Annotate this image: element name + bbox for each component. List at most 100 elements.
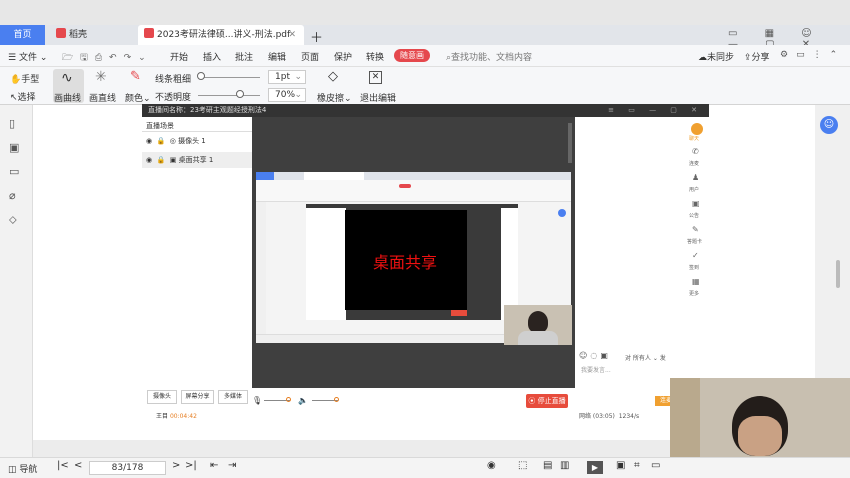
more-icon[interactable]: ▦: [692, 277, 700, 286]
menu-file[interactable]: ☰ 文件 ⌄: [8, 50, 47, 63]
single-page-icon[interactable]: ▤: [543, 460, 552, 471]
quick-access-icons[interactable]: 🗁🖫⎙↶↷⌄: [62, 50, 153, 66]
line-weight-handle[interactable]: [197, 72, 205, 80]
share-label: 分享: [751, 53, 770, 63]
line-weight-slider[interactable]: [198, 77, 260, 78]
signin-icon[interactable]: ✓: [692, 251, 699, 260]
live-title: 直播间名称：23考研主观题经授刑法4: [148, 106, 267, 114]
timer: 王目 00:04:42: [156, 411, 197, 420]
menu-edit[interactable]: 编辑: [268, 50, 286, 63]
forward-icon[interactable]: ⇥: [228, 460, 236, 471]
page-input[interactable]: 83/178: [89, 461, 166, 475]
speaker-handle[interactable]: [334, 397, 339, 402]
hand-tool[interactable]: ✋手型: [10, 72, 39, 85]
camera-button[interactable]: 摄像头: [147, 390, 177, 404]
live-title-bar: 直播间名称：23考研主观题经授刑法4 ≡ ▭ — ▢ ✕: [142, 104, 709, 117]
menu-page[interactable]: 页面: [301, 50, 319, 63]
first-page-icon[interactable]: |<: [57, 460, 69, 471]
menu-annotate[interactable]: 批注: [235, 50, 253, 63]
side-announce-label: 公告: [689, 213, 700, 219]
last-page-icon[interactable]: >|: [185, 460, 197, 471]
pen-icon: ✎: [130, 69, 141, 84]
desktop-share-label: 桌面共享: [373, 253, 438, 272]
comment-icon[interactable]: ▭: [9, 165, 19, 178]
next-page-icon[interactable]: >: [172, 460, 180, 471]
free-draw-badge[interactable]: 随意画: [394, 49, 430, 62]
eraser-tool[interactable]: ◇ 橡皮擦⌄: [316, 69, 354, 104]
eye-icon[interactable]: ◉: [146, 156, 152, 164]
tab-document[interactable]: 2023考研法律硕...讲义-刑法.pdf ✕: [138, 25, 304, 45]
select-tool[interactable]: ↖选择: [10, 90, 36, 103]
nav-label: 导航: [19, 465, 38, 475]
media-button[interactable]: 多媒体: [218, 390, 248, 404]
hand-icon: ✋: [10, 75, 22, 85]
close-icon[interactable]: ✕: [288, 25, 296, 45]
chat-input[interactable]: 我要发言...: [581, 365, 611, 374]
search-placeholder: 查找功能、文档内容: [451, 53, 533, 63]
scene-panel: 直播场景 ◉ 🔒 ◎ 摄像头 1 ◉ 🔒 ▣ 桌面共享 1 摄像头 屏幕分享 多…: [142, 117, 252, 424]
scene-item-selected[interactable]: ◉ 🔒 ▣ 桌面共享 1: [142, 152, 252, 168]
tab-home[interactable]: 首页: [0, 25, 45, 45]
crop-icon[interactable]: ⌗: [634, 460, 640, 471]
speaker-icon[interactable]: 🔈: [298, 396, 308, 405]
lock-icon[interactable]: 🔒: [157, 156, 166, 164]
side-link-label: 连麦: [689, 161, 700, 167]
back-icon[interactable]: ⇤: [210, 460, 218, 471]
menu-protect[interactable]: 保护: [334, 50, 352, 63]
side-more-label: 更多: [689, 291, 700, 297]
scene-item[interactable]: ◉ 🔒 ◎ 摄像头 1: [146, 136, 250, 150]
opacity-select[interactable]: 70% ⌄: [268, 88, 306, 102]
menu-convert[interactable]: 转换: [366, 50, 384, 63]
live-window-controls[interactable]: ≡ ▭ — ▢ ✕: [608, 104, 703, 117]
thumbnail-icon[interactable]: ▣: [9, 141, 19, 154]
chat-target-select[interactable]: 对 所有人 ⌄ 发: [625, 353, 666, 362]
lock-icon[interactable]: 🔒: [157, 137, 166, 145]
scene-label: 桌面共享 1: [178, 156, 214, 164]
share-button[interactable]: ⇪分享: [744, 50, 770, 63]
user-icon[interactable]: ♟: [692, 173, 699, 182]
stop-live-button[interactable]: ⦿ 停止直播: [526, 394, 568, 408]
assistant-icon[interactable]: ☺: [820, 116, 838, 134]
menu-extra-icons[interactable]: ⚙▭⋮⌃: [780, 50, 845, 60]
mini-assistant-icon: [558, 209, 566, 217]
stage-scrollbar[interactable]: [568, 123, 572, 163]
color-tool[interactable]: ✎ 颜色⌄: [124, 69, 151, 104]
mic-handle[interactable]: [286, 397, 291, 402]
scrollbar-thumb[interactable]: [836, 260, 840, 288]
stamp-icon[interactable]: ⬦: [9, 213, 17, 227]
tab-docer[interactable]: 稻壳: [50, 25, 130, 45]
opacity-handle[interactable]: [236, 90, 244, 98]
mic-icon[interactable]: 🎙: [252, 396, 262, 405]
exit-edit-button[interactable]: ✕ 退出编辑: [359, 69, 396, 104]
eye-icon[interactable]: ◉: [146, 137, 152, 145]
draw-curve-tool[interactable]: ∿ 画曲线: [53, 69, 84, 104]
search-box[interactable]: ⌕查找功能、文档内容: [446, 50, 532, 63]
quiz-icon[interactable]: ✎: [692, 225, 699, 234]
eye-protect-icon[interactable]: ◉: [487, 460, 496, 471]
menu-start[interactable]: 开始: [170, 50, 188, 63]
select-label: 选择: [17, 93, 36, 103]
tab-docer-label: 稻壳: [69, 30, 88, 40]
line-weight-select[interactable]: 1pt ⌄: [268, 70, 306, 84]
draw-line-tool[interactable]: ✳ 画直线: [88, 69, 116, 104]
announce-icon[interactable]: ▣: [692, 199, 700, 208]
chat-side-icon[interactable]: [691, 123, 703, 135]
opacity-slider[interactable]: [198, 95, 260, 96]
menu-insert[interactable]: 插入: [203, 50, 221, 63]
opacity-value: 70%: [275, 90, 296, 100]
prev-page-icon[interactable]: <: [74, 460, 82, 471]
double-page-icon[interactable]: ▥: [560, 460, 569, 471]
phone-icon[interactable]: ✆: [692, 147, 699, 156]
new-tab-icon[interactable]: ＋: [310, 27, 323, 46]
bookmark-icon[interactable]: ▯: [9, 117, 15, 130]
fit-width-icon[interactable]: ⬚: [518, 460, 527, 471]
play-icon[interactable]: ▶: [587, 461, 603, 474]
nav-pane-toggle[interactable]: ◫ 导航: [8, 462, 37, 475]
read-mode-icon[interactable]: ▣: [616, 460, 625, 471]
sync-status[interactable]: ☁未同步: [698, 50, 734, 63]
attachment-icon[interactable]: ⌀: [9, 189, 16, 202]
hand-label: 手型: [21, 75, 40, 85]
comment-mode-icon[interactable]: ▭: [651, 460, 660, 471]
screen-share-button[interactable]: 屏幕分享: [181, 390, 214, 404]
emoji-icons[interactable]: ☺◌▣: [579, 351, 611, 360]
